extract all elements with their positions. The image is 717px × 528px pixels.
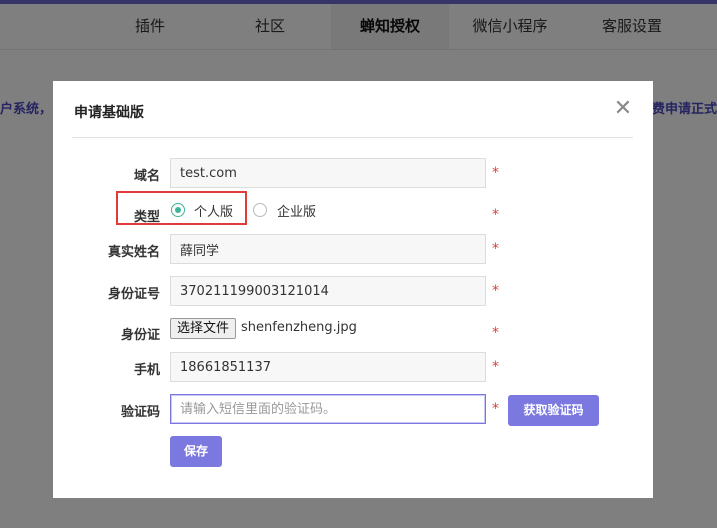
selected-file-name: shenfenzheng.jpg xyxy=(241,320,357,335)
idcard-label: 身份证 xyxy=(120,328,160,343)
apply-basic-modal: 申请基础版 ✕ 域名 * 类型 个人版 企业版 * 真实姓名 * 身份证号 * … xyxy=(53,81,653,498)
required-mark: * xyxy=(492,325,499,341)
domain-label: 域名 xyxy=(133,169,160,184)
radio-enterprise[interactable] xyxy=(253,203,267,217)
required-mark: * xyxy=(492,165,499,181)
close-icon[interactable]: ✕ xyxy=(613,98,633,120)
idnumber-label: 身份证号 xyxy=(107,287,160,302)
required-mark: * xyxy=(492,401,499,417)
modal-divider xyxy=(72,137,633,138)
choose-file-button[interactable]: 选择文件 xyxy=(170,318,237,339)
verification-code-input[interactable] xyxy=(170,394,486,424)
required-mark: * xyxy=(492,283,499,299)
radio-enterprise-label[interactable]: 企业版 xyxy=(277,201,316,220)
realname-input[interactable] xyxy=(170,234,486,264)
phone-label: 手机 xyxy=(133,363,160,378)
realname-label: 真实姓名 xyxy=(107,245,160,260)
get-code-button[interactable]: 获取验证码 xyxy=(508,395,599,426)
idnumber-input[interactable] xyxy=(170,276,486,306)
save-button[interactable]: 保存 xyxy=(170,436,222,467)
radio-personal[interactable] xyxy=(171,203,185,217)
required-mark: * xyxy=(492,207,499,223)
required-mark: * xyxy=(492,241,499,257)
code-label: 验证码 xyxy=(120,405,160,420)
required-mark: * xyxy=(492,359,499,375)
phone-input[interactable] xyxy=(170,352,486,382)
modal-title: 申请基础版 xyxy=(74,105,144,121)
domain-input[interactable] xyxy=(170,158,486,188)
type-label: 类型 xyxy=(133,210,160,225)
radio-personal-label[interactable]: 个人版 xyxy=(194,201,233,220)
